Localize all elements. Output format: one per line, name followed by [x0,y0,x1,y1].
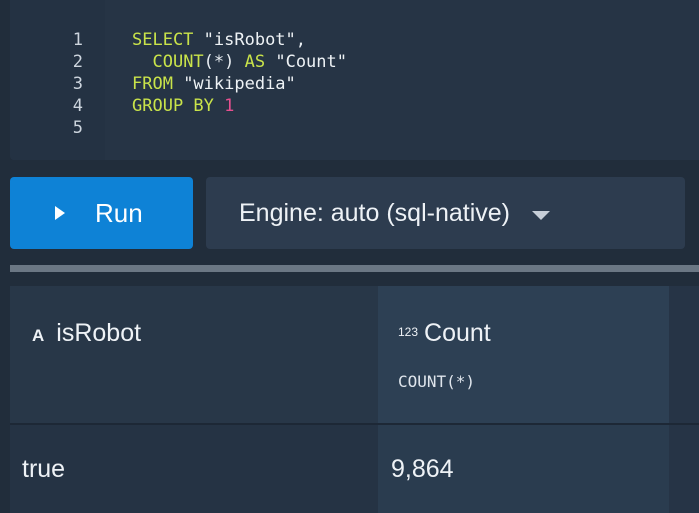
line-number: 2 [72,52,83,72]
sql-code-area[interactable]: SELECT "isRobot", COUNT(*) AS "Count" FRO… [105,0,699,160]
line-number: 3 [72,74,83,94]
column-expression: COUNT(*) [398,372,476,391]
column-title: Count [424,319,491,347]
code-line: COUNT(*) AS "Count" [132,51,699,73]
code-token: "Count" [275,52,347,72]
code-token: (*) [203,52,245,72]
code-token: "wikipedia" [183,74,296,94]
table-cell[interactable]: 9,864 [378,425,669,513]
column-header-count[interactable]: 123 Count COUNT(*) [378,286,669,423]
string-type-icon: A [32,326,45,345]
engine-select[interactable]: Engine: auto (sql-native) [206,177,685,249]
number-type-icon: 123 [398,325,419,339]
column-title: isRobot [56,319,142,347]
code-token: 1 [224,96,235,116]
code-line: SELECT "isRobot", [132,29,699,51]
line-number-gutter: 1 2 3 4 5 [10,0,105,160]
code-line: FROM "wikipedia" [132,73,699,95]
line-number: 5 [72,118,83,138]
run-button-label: Run [95,197,143,228]
column-header-isrobot[interactable]: AisRobot [10,286,378,423]
engine-select-label: Engine: auto (sql-native) [239,198,510,227]
play-icon [55,206,65,220]
query-editor[interactable]: 1 2 3 4 5 SELECT "isRobot", COUNT(*) AS … [10,0,699,160]
results-table: AisRobot 123 Count COUNT(*) true 9,864 [10,286,699,513]
pane-resize-handle[interactable] [10,265,699,272]
line-number: 1 [72,30,83,50]
table-filler [669,286,699,513]
code-token: , [295,30,307,50]
code-token: AS [244,52,276,72]
run-button[interactable]: Run [10,177,193,249]
table-cell[interactable]: true [10,425,378,513]
code-token: GROUP BY [132,96,225,116]
code-line: GROUP BY 1 [132,95,699,117]
chevron-down-icon [531,210,550,220]
code-token: COUNT [152,52,204,72]
code-token: SELECT [132,30,204,50]
line-number: 4 [72,96,83,116]
code-token: FROM [132,74,184,94]
code-token: "isRobot" [203,30,296,50]
